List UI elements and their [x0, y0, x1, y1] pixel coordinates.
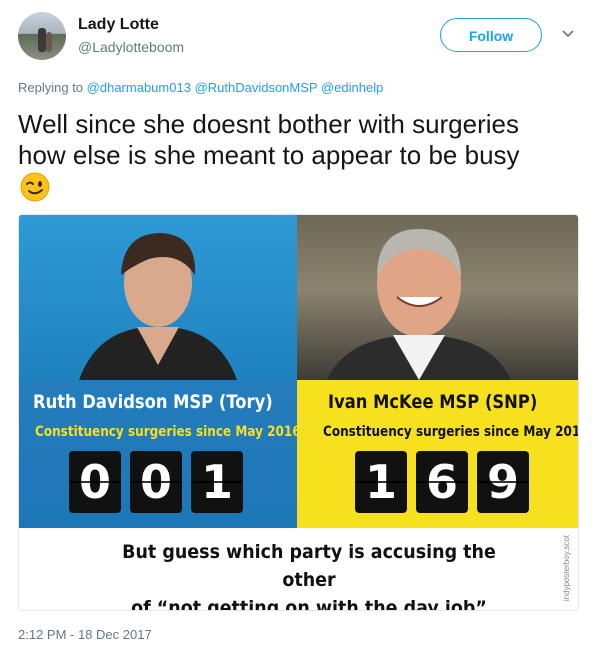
attached-image[interactable]: Ruth Davidson MSP (Tory) Constituency su…	[18, 214, 579, 611]
photo-ruth-davidson	[19, 215, 297, 380]
right-title: Ivan McKee MSP (SNP)	[328, 391, 538, 413]
portrait-right	[327, 229, 511, 380]
avatar-figure-2	[46, 32, 52, 52]
right-subtitle: Constituency surgeries since May 2016	[323, 424, 579, 440]
user-handle[interactable]: @Ladylotteboom	[78, 39, 184, 55]
mention-ruthdavidsonmsp[interactable]: @RuthDavidsonMSP	[195, 80, 318, 95]
winking-face-emoji	[20, 172, 50, 202]
left-digit-1: 0	[69, 451, 121, 513]
tweet-line-2: how else is she meant to appear to be bu…	[18, 140, 520, 170]
replying-to: Replying to @dharmabum013 @RuthDavidsonM…	[18, 80, 383, 95]
tweet-line-1: Well since she doesnt bother with surger…	[18, 109, 519, 139]
bottom-caption-line-2: of “not getting on with the day job”	[131, 597, 487, 611]
mention-edinhelp[interactable]: @edinhelp	[321, 80, 383, 95]
watermark: indyposterboy.scot	[562, 535, 571, 602]
follow-button[interactable]: Follow	[440, 18, 542, 52]
tweet-timestamp[interactable]: 2:12 PM - 18 Dec 2017	[18, 627, 152, 642]
replying-to-label: Replying to	[18, 80, 84, 95]
bottom-caption-line-1: But guess which party is accusing the ot…	[122, 541, 496, 591]
photo-ivan-mckee	[297, 215, 578, 380]
right-digit-3: 9	[477, 451, 529, 513]
avatar[interactable]	[18, 12, 66, 60]
chevron-down-icon[interactable]	[561, 27, 575, 41]
right-digit-1: 1	[355, 451, 407, 513]
left-title: Ruth Davidson MSP (Tory)	[33, 391, 273, 413]
left-digit-2: 0	[130, 451, 182, 513]
left-digit-3: 1	[191, 451, 243, 513]
avatar-figure	[38, 28, 46, 52]
mention-dharmabum013[interactable]: @dharmabum013	[87, 80, 191, 95]
bottom-caption: But guess which party is accusing the ot…	[97, 538, 520, 611]
right-digit-2: 6	[416, 451, 468, 513]
user-name[interactable]: Lady Lotte	[78, 16, 159, 34]
tweet-text: Well since she doesnt bother with surger…	[18, 109, 578, 171]
left-subtitle: Constituency surgeries since May 2016	[35, 424, 301, 440]
portrait-left	[79, 233, 237, 380]
